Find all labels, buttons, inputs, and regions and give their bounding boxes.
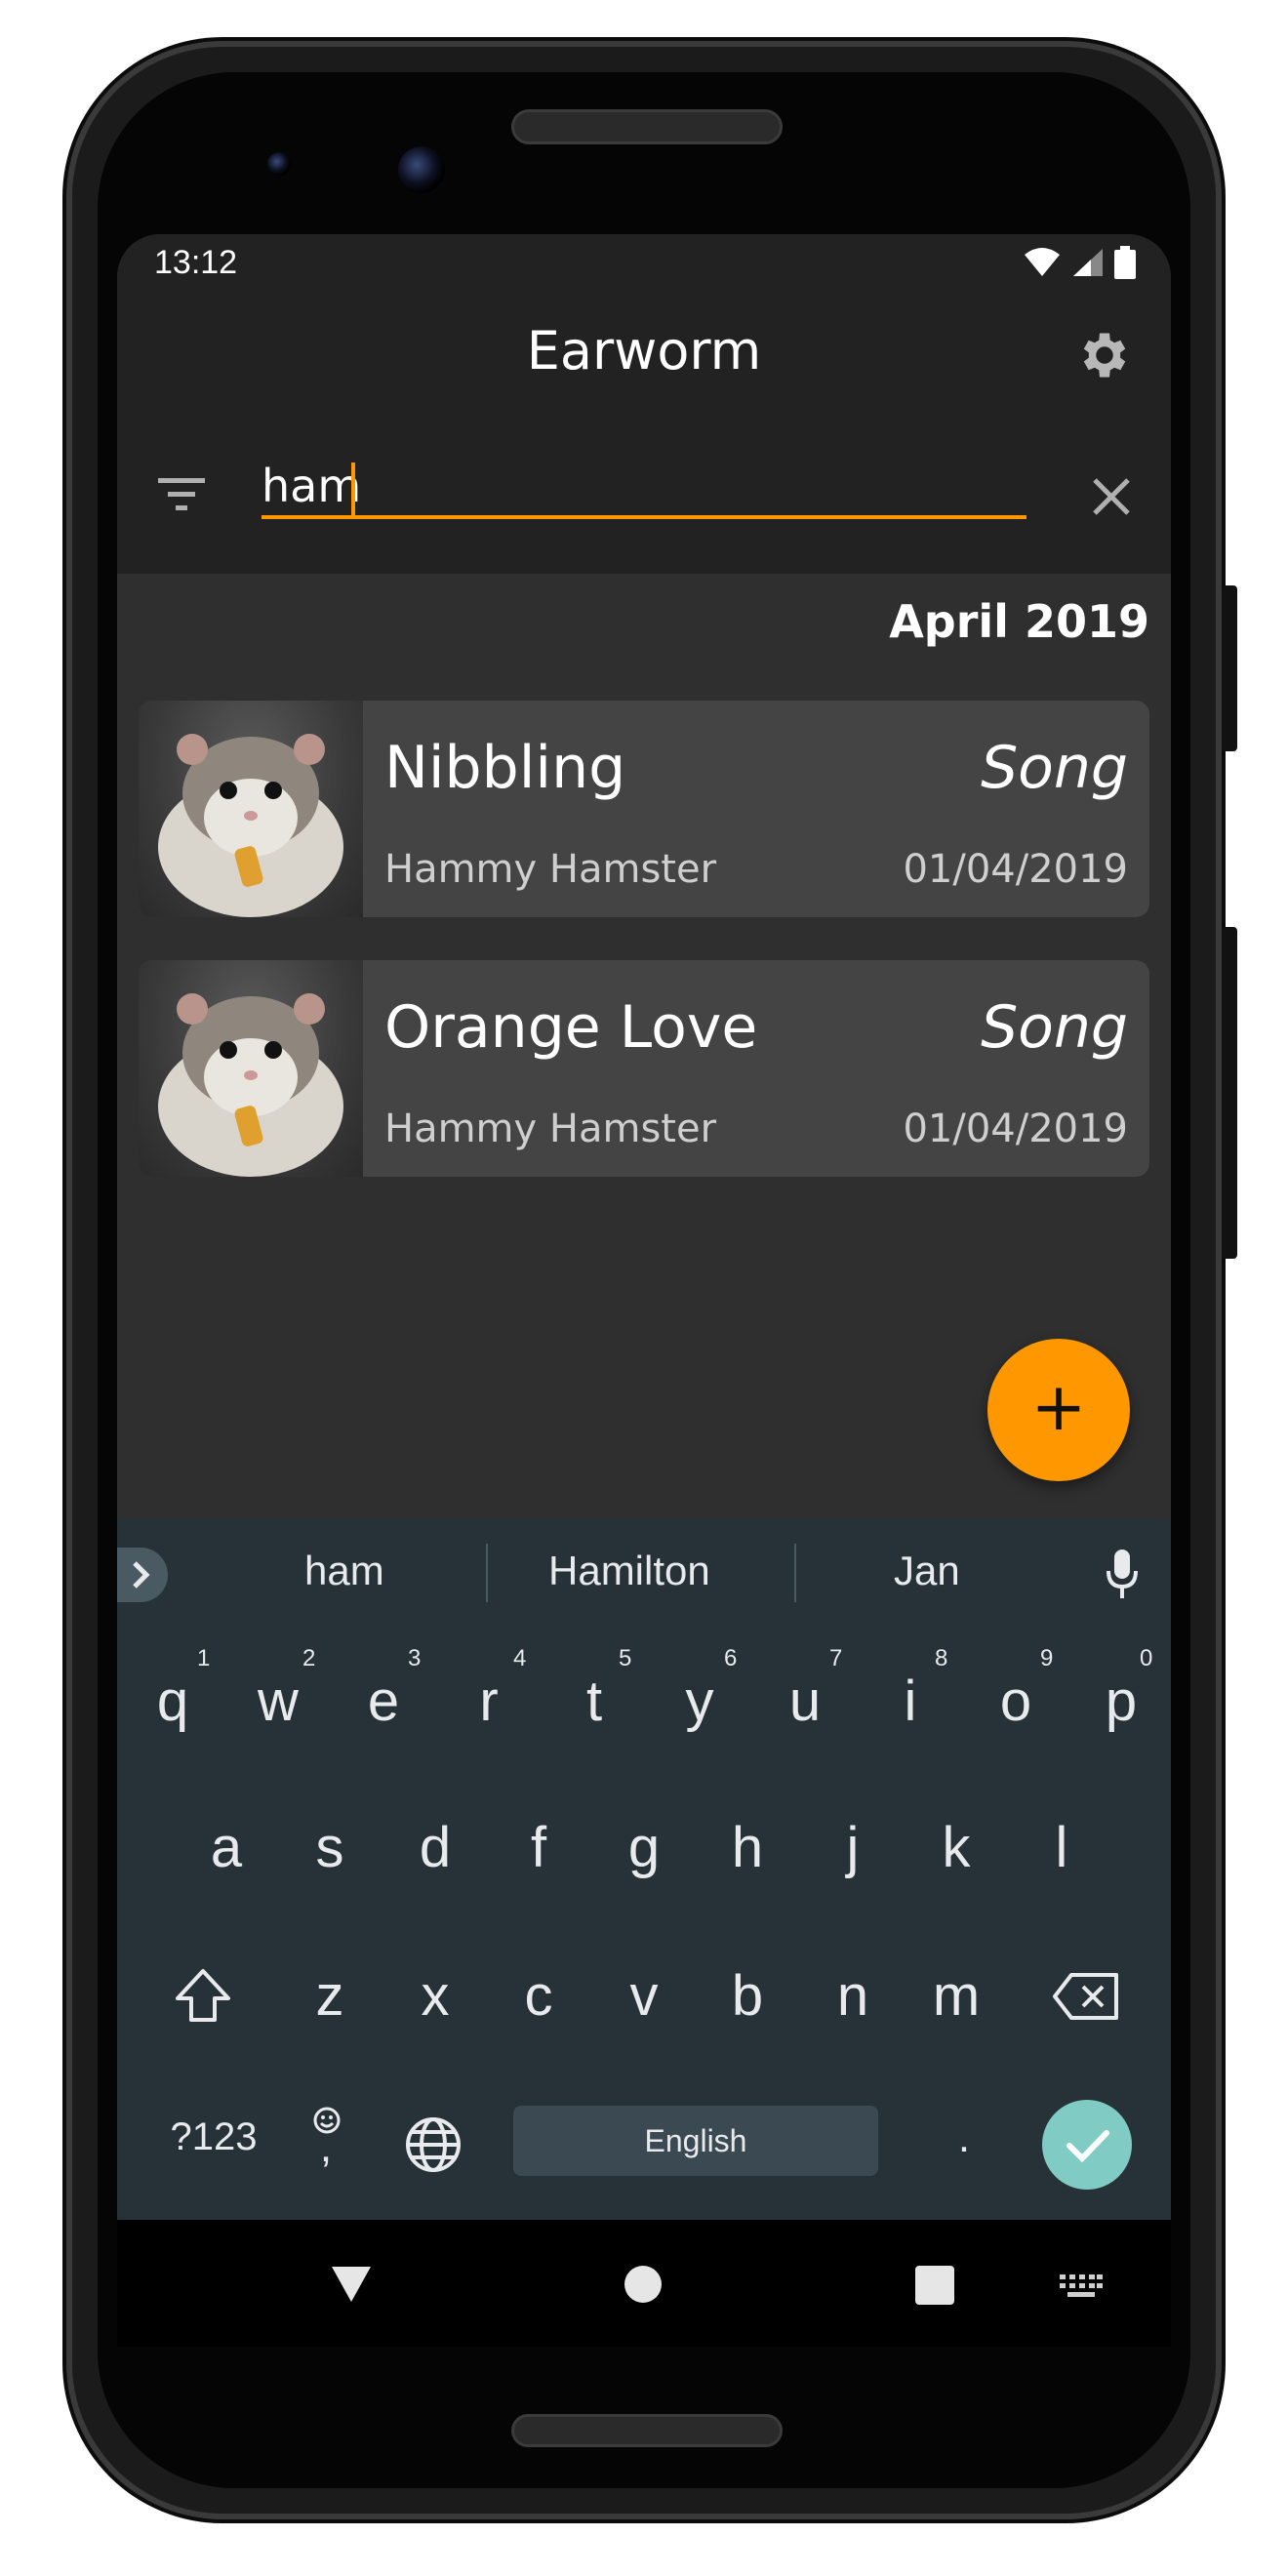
power-button xyxy=(1222,585,1237,751)
space-key[interactable]: English xyxy=(513,2106,878,2176)
front-camera-right xyxy=(398,146,445,193)
check-icon xyxy=(1067,2130,1109,2163)
bottom-speaker xyxy=(511,2414,783,2447)
globe-icon[interactable] xyxy=(404,2115,463,2174)
key-q[interactable]: q xyxy=(124,1669,221,1734)
app-bar: Earworm xyxy=(117,293,1171,420)
comma-key[interactable]: , xyxy=(277,2123,375,2172)
song-date: 01/04/2019 xyxy=(903,847,1128,892)
back-icon[interactable] xyxy=(330,2265,373,2304)
key-j[interactable]: j xyxy=(804,1815,902,1880)
key-hint: 7 xyxy=(829,1645,843,1671)
key-g[interactable]: g xyxy=(595,1815,693,1880)
suggestion-item[interactable]: Jan xyxy=(894,1548,960,1594)
key-s[interactable]: s xyxy=(281,1815,379,1880)
result-card[interactable]: Nibbling Song Hammy Hamster 01/04/2019 xyxy=(139,701,1149,917)
suggestion-divider xyxy=(794,1544,796,1602)
key-x[interactable]: x xyxy=(386,1963,484,2029)
battery-icon xyxy=(1114,246,1136,279)
song-artist: Hammy Hamster xyxy=(384,1107,717,1151)
album-thumbnail xyxy=(139,701,363,917)
key-w[interactable]: w xyxy=(229,1669,327,1734)
chevron-right-icon xyxy=(133,1561,150,1589)
status-bar: 13:12 xyxy=(117,234,1171,293)
result-card[interactable]: Orange Love Song Hammy Hamster 01/04/201… xyxy=(139,960,1149,1177)
search-bar xyxy=(117,420,1171,574)
key-l[interactable]: l xyxy=(1013,1815,1110,1880)
key-f[interactable]: f xyxy=(490,1815,587,1880)
keyboard-switch-icon[interactable] xyxy=(1060,2274,1103,2298)
key-t[interactable]: t xyxy=(545,1669,643,1734)
expand-toolbar-button[interactable] xyxy=(117,1548,168,1602)
key-c[interactable]: c xyxy=(490,1963,587,2029)
key-hint: 8 xyxy=(935,1645,948,1671)
song-type: Song xyxy=(981,993,1128,1062)
recents-icon[interactable] xyxy=(914,2265,955,2306)
key-p[interactable]: p xyxy=(1072,1669,1170,1734)
backspace-icon[interactable] xyxy=(1052,1971,1120,2022)
key-o[interactable]: o xyxy=(967,1669,1065,1734)
home-icon[interactable] xyxy=(624,2265,663,2304)
period-key[interactable]: . xyxy=(915,2113,1013,2162)
screen: 13:12 Earworm April 2019 xyxy=(117,234,1171,2220)
volume-button xyxy=(1222,927,1237,1259)
key-hint: 2 xyxy=(302,1645,316,1671)
wifi-icon xyxy=(1025,248,1060,276)
key-hint: 9 xyxy=(1040,1645,1054,1671)
song-date: 01/04/2019 xyxy=(903,1107,1128,1151)
key-hint: 0 xyxy=(1140,1645,1153,1671)
microphone-icon[interactable] xyxy=(1103,1548,1142,1602)
key-u[interactable]: u xyxy=(756,1669,854,1734)
key-r[interactable]: r xyxy=(440,1669,538,1734)
key-m[interactable]: m xyxy=(907,1963,1005,2029)
key-hint: 3 xyxy=(408,1645,422,1671)
key-v[interactable]: v xyxy=(595,1963,693,2029)
close-icon[interactable] xyxy=(1091,476,1132,517)
song-title: Orange Love xyxy=(384,993,758,1062)
status-time: 13:12 xyxy=(154,244,238,281)
symbols-key[interactable]: ?123 xyxy=(141,2115,287,2159)
key-d[interactable]: d xyxy=(386,1815,484,1880)
shift-icon[interactable] xyxy=(172,1965,234,2028)
key-i[interactable]: i xyxy=(862,1669,959,1734)
suggestion-divider xyxy=(486,1544,488,1602)
key-n[interactable]: n xyxy=(804,1963,902,2029)
keyboard: q w e r t y u i o p 1 2 3 4 5 6 7 8 9 0 … xyxy=(117,1630,1171,2220)
add-button[interactable]: + xyxy=(987,1339,1130,1481)
suggestion-item[interactable]: Hamilton xyxy=(548,1548,710,1594)
navigation-bar xyxy=(117,2220,1171,2347)
month-section-header: April 2019 xyxy=(889,595,1149,648)
song-artist: Hammy Hamster xyxy=(384,847,717,892)
top-speaker xyxy=(511,109,783,144)
hamster-image xyxy=(158,993,343,1177)
key-hint: 1 xyxy=(197,1645,211,1671)
key-b[interactable]: b xyxy=(699,1963,796,2029)
key-hint: 6 xyxy=(724,1645,738,1671)
key-e[interactable]: e xyxy=(335,1669,432,1734)
filter-icon[interactable] xyxy=(156,474,207,513)
keyboard-suggestion-bar: ham Hamilton Jan xyxy=(117,1518,1171,1630)
key-hint: 4 xyxy=(513,1645,527,1671)
key-k[interactable]: k xyxy=(907,1815,1005,1880)
key-a[interactable]: a xyxy=(178,1815,275,1880)
song-title: Nibbling xyxy=(384,734,626,802)
app-title: Earworm xyxy=(526,320,762,382)
search-input[interactable] xyxy=(262,457,1026,519)
front-camera-left xyxy=(267,152,291,176)
signal-icon xyxy=(1073,249,1103,276)
enter-key[interactable] xyxy=(1042,2100,1132,2190)
key-hint: 5 xyxy=(619,1645,632,1671)
hamster-image xyxy=(158,734,343,917)
gear-icon[interactable] xyxy=(1075,326,1134,384)
key-y[interactable]: y xyxy=(651,1669,748,1734)
song-type: Song xyxy=(981,734,1128,802)
key-z[interactable]: z xyxy=(281,1963,379,2029)
suggestion-item[interactable]: ham xyxy=(304,1548,384,1594)
key-h[interactable]: h xyxy=(699,1815,796,1880)
status-icons xyxy=(1023,246,1136,279)
text-cursor xyxy=(351,463,355,517)
album-thumbnail xyxy=(139,960,363,1177)
